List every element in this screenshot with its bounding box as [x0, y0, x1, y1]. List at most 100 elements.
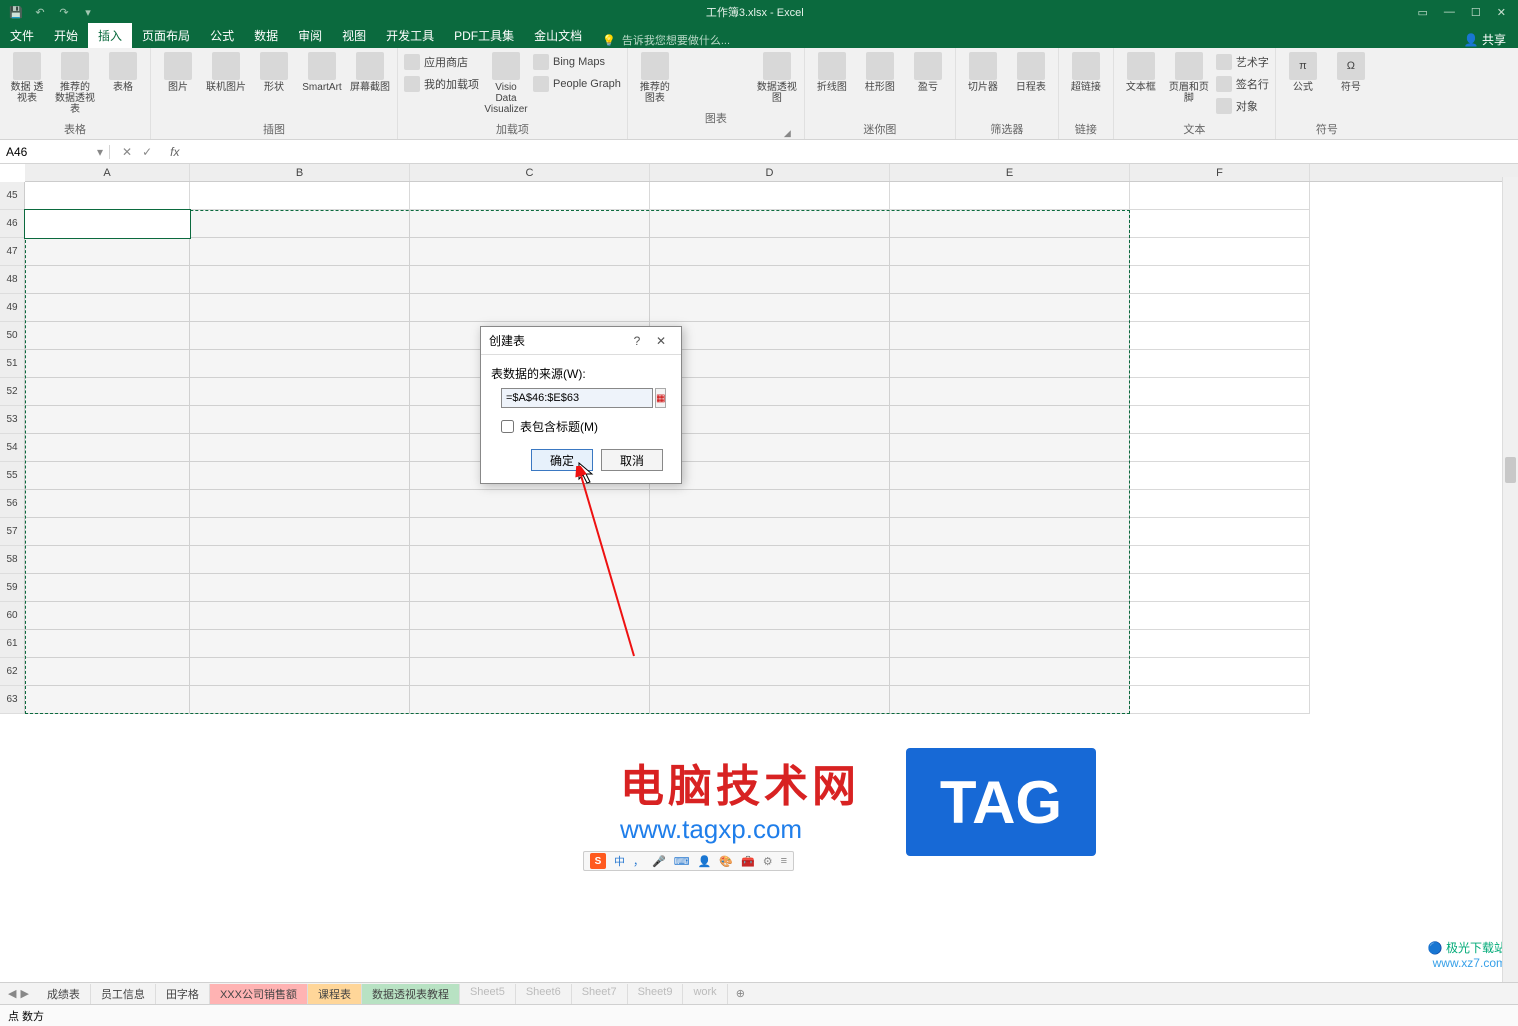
cell[interactable]: [410, 210, 650, 238]
cell[interactable]: [1130, 490, 1310, 518]
cell[interactable]: [25, 294, 190, 322]
sheet-tab[interactable]: 田字格: [156, 984, 210, 1004]
cell[interactable]: [1130, 210, 1310, 238]
cell[interactable]: [1130, 658, 1310, 686]
cell[interactable]: [25, 378, 190, 406]
cell[interactable]: [190, 378, 410, 406]
row-header[interactable]: 56: [0, 490, 25, 518]
cell[interactable]: [25, 490, 190, 518]
cell[interactable]: [410, 182, 650, 210]
chart-type-icon[interactable]: [706, 72, 726, 88]
cell[interactable]: [25, 602, 190, 630]
cell[interactable]: [410, 574, 650, 602]
cell[interactable]: [890, 294, 1130, 322]
visio-button[interactable]: Visio Data Visualizer: [485, 52, 527, 115]
cell[interactable]: [25, 574, 190, 602]
column-header[interactable]: C: [410, 164, 650, 181]
cell[interactable]: [190, 322, 410, 350]
ime-avatar-icon[interactable]: 👤: [698, 855, 712, 868]
cell[interactable]: [25, 406, 190, 434]
cell[interactable]: [410, 658, 650, 686]
cell[interactable]: [890, 490, 1130, 518]
header-footer-button[interactable]: 页眉和页脚: [1168, 52, 1210, 104]
cell[interactable]: [25, 658, 190, 686]
timeline-button[interactable]: 日程表: [1010, 52, 1052, 93]
cell[interactable]: [1130, 378, 1310, 406]
tab-数据[interactable]: 数据: [244, 23, 288, 48]
store-button[interactable]: 应用商店: [404, 52, 479, 72]
cell[interactable]: [890, 602, 1130, 630]
sheet-tab[interactable]: Sheet6: [516, 984, 572, 1004]
cell[interactable]: [650, 434, 890, 462]
row-header[interactable]: 50: [0, 322, 25, 350]
help-icon[interactable]: ?: [625, 334, 649, 348]
cell[interactable]: [410, 294, 650, 322]
cell[interactable]: [190, 574, 410, 602]
close-icon[interactable]: ✕: [649, 334, 673, 348]
cell[interactable]: [1130, 574, 1310, 602]
cell[interactable]: [1130, 602, 1310, 630]
cell[interactable]: [190, 406, 410, 434]
cell[interactable]: [650, 490, 890, 518]
tab-插入[interactable]: 插入: [88, 23, 132, 48]
tab-公式[interactable]: 公式: [200, 23, 244, 48]
sparkline-winloss-button[interactable]: 盈亏: [907, 52, 949, 93]
cell[interactable]: [190, 238, 410, 266]
cell[interactable]: [190, 490, 410, 518]
cell[interactable]: [650, 266, 890, 294]
column-header[interactable]: E: [890, 164, 1130, 181]
cell[interactable]: [410, 686, 650, 714]
cell[interactable]: [410, 518, 650, 546]
cell[interactable]: [190, 350, 410, 378]
cell[interactable]: [25, 238, 190, 266]
hyperlink-button[interactable]: 超链接: [1065, 52, 1107, 93]
row-header[interactable]: 57: [0, 518, 25, 546]
tab-PDF工具集[interactable]: PDF工具集: [444, 23, 524, 48]
cell[interactable]: [650, 350, 890, 378]
online-pictures-button[interactable]: 联机图片: [205, 52, 247, 93]
row-header[interactable]: 52: [0, 378, 25, 406]
ime-keyboard-icon[interactable]: ⌨: [674, 855, 690, 868]
cell[interactable]: [890, 574, 1130, 602]
headers-checkbox[interactable]: [501, 420, 514, 433]
cell[interactable]: [650, 210, 890, 238]
textbox-button[interactable]: 文本框: [1120, 52, 1162, 93]
cell[interactable]: [25, 182, 190, 210]
table-button[interactable]: 表格: [102, 52, 144, 93]
ime-mode[interactable]: 中: [614, 853, 625, 869]
slicer-button[interactable]: 切片器: [962, 52, 1004, 93]
pivot-table-button[interactable]: 数据 透视表: [6, 52, 48, 104]
cell[interactable]: [1130, 238, 1310, 266]
accept-entry-icon[interactable]: ✓: [142, 145, 152, 159]
ime-menu-icon[interactable]: ≡: [781, 855, 787, 867]
cell[interactable]: [25, 462, 190, 490]
chart-type-icon[interactable]: [730, 72, 750, 88]
cell[interactable]: [890, 406, 1130, 434]
cell[interactable]: [890, 546, 1130, 574]
sheet-tab[interactable]: 员工信息: [91, 984, 156, 1004]
chart-type-icon[interactable]: [706, 52, 726, 68]
people-graph-button[interactable]: People Graph: [533, 74, 621, 94]
cell[interactable]: [1130, 266, 1310, 294]
column-headers[interactable]: ABCDEF: [25, 164, 1518, 182]
cell[interactable]: [25, 546, 190, 574]
cell[interactable]: [190, 686, 410, 714]
cell[interactable]: [650, 406, 890, 434]
tell-me[interactable]: 💡 告诉我您想要做什么...: [592, 32, 740, 48]
sheet-tab[interactable]: Sheet9: [628, 984, 684, 1004]
cell[interactable]: [650, 322, 890, 350]
cell[interactable]: [190, 462, 410, 490]
wordart-button[interactable]: 艺术字: [1216, 52, 1269, 72]
cell[interactable]: [890, 182, 1130, 210]
tab-页面布局[interactable]: 页面布局: [132, 23, 200, 48]
tab-审阅[interactable]: 审阅: [288, 23, 332, 48]
ime-toolbox-icon[interactable]: 🧰: [741, 855, 755, 868]
cell[interactable]: [890, 518, 1130, 546]
sheet-tab[interactable]: 课程表: [308, 984, 362, 1004]
cell[interactable]: [1130, 434, 1310, 462]
column-header[interactable]: D: [650, 164, 890, 181]
sheet-tab[interactable]: 数据透视表教程: [362, 984, 460, 1004]
cell[interactable]: [1130, 630, 1310, 658]
cell[interactable]: [25, 350, 190, 378]
row-header[interactable]: 48: [0, 266, 25, 294]
